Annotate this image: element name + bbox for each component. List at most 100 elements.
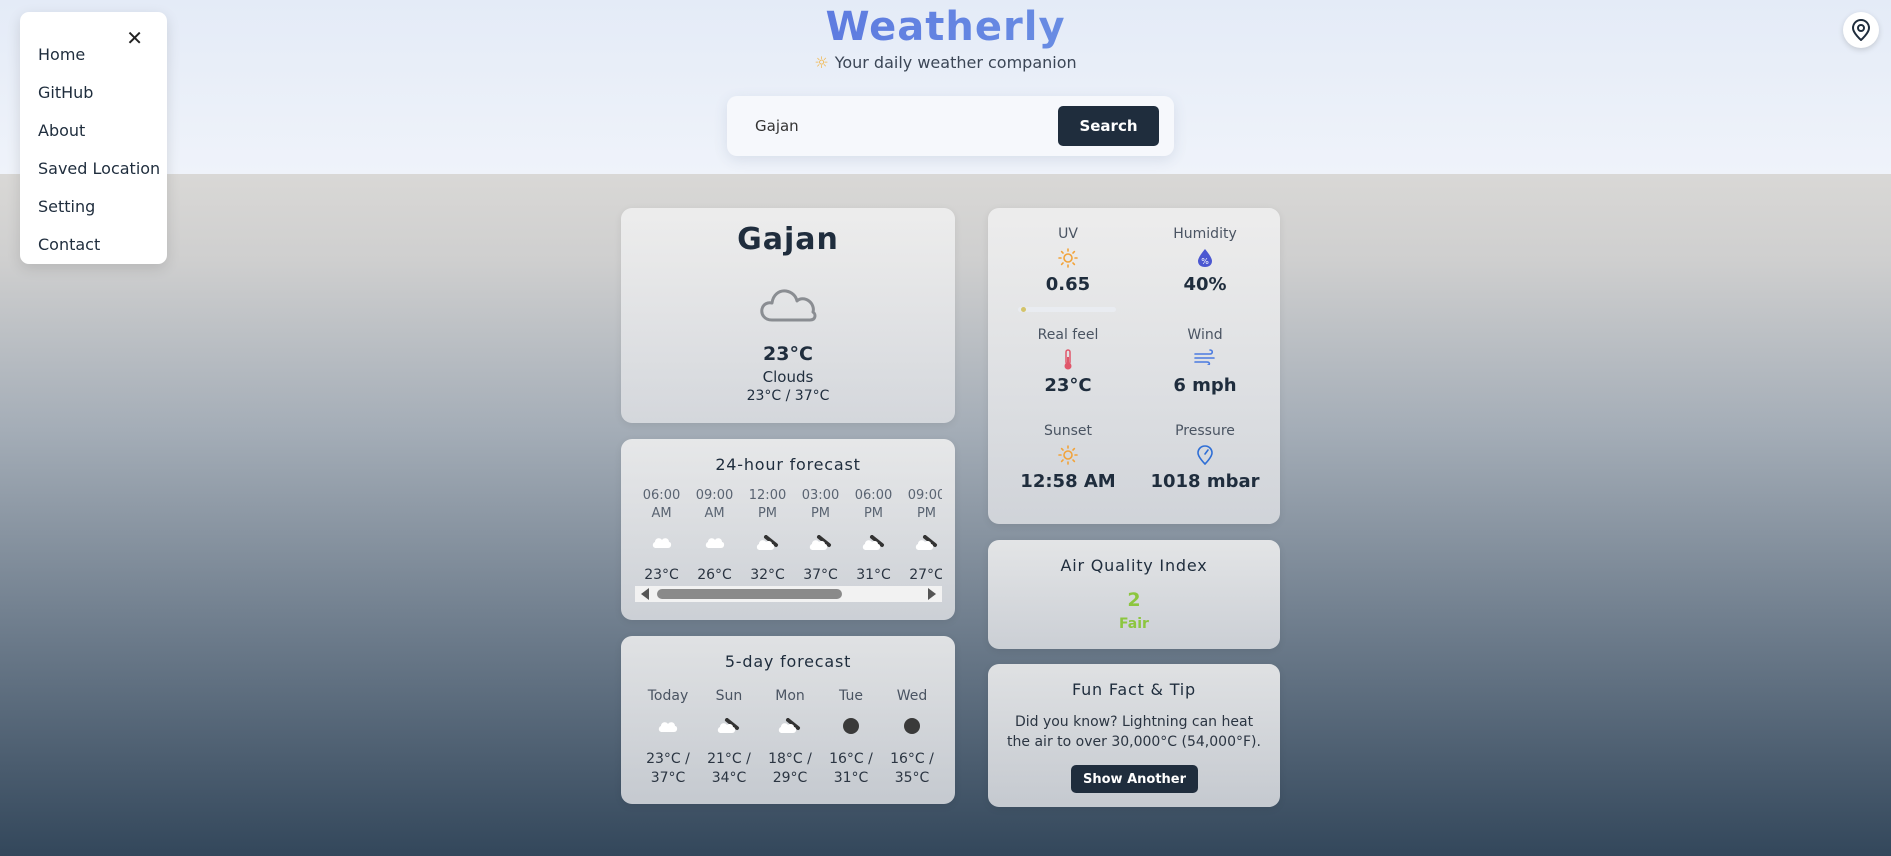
- side-menu: ✕ Home GitHub About Saved Location Setti…: [20, 12, 167, 264]
- day-high: 31°C: [833, 770, 869, 786]
- day-item: Tue 16°C / 31°C: [821, 688, 881, 788]
- day-low: 23°C /: [646, 751, 690, 767]
- hour-ampm: PM: [757, 506, 778, 521]
- dark-dot-icon: [821, 718, 881, 738]
- stat-label: Wind: [1187, 327, 1223, 343]
- daily-forecast-card: 5-day forecast Today 23°C / 37°C Sun 21°C…: [621, 636, 955, 804]
- hour-ampm: AM: [651, 506, 672, 521]
- temp-range: 23°C / 37°C: [746, 388, 830, 404]
- hour-item: 03:00 PM 37°C: [794, 487, 847, 583]
- hourly-title: 24-hour forecast: [715, 455, 861, 474]
- hour-item: 09:00 PM 27°C: [900, 487, 942, 583]
- fact-text: Did you know? Lightning can heat the air…: [1007, 714, 1261, 750]
- stat-value: 12:58 AM: [1020, 471, 1116, 492]
- hour-ampm: PM: [863, 506, 884, 521]
- menu-item-contact[interactable]: Contact: [38, 220, 160, 258]
- search-input[interactable]: [741, 106, 1041, 146]
- hour-temp: 26°C: [697, 567, 732, 583]
- hour-item: 06:00 AM 23°C: [635, 487, 688, 583]
- humidity-drop-icon: %: [1135, 248, 1275, 270]
- sun-icon: ☼: [814, 53, 829, 72]
- gauge-icon: [1135, 445, 1275, 467]
- fact-title: Fun Fact & Tip: [1071, 680, 1197, 699]
- broken-clouds-icon: [794, 535, 847, 555]
- day-high: 29°C: [772, 770, 808, 786]
- hourly-scrollbar[interactable]: [635, 586, 942, 602]
- menu-item-github[interactable]: GitHub: [38, 68, 160, 106]
- hour-item: 09:00 AM 26°C: [688, 487, 741, 583]
- stat-value: 40%: [1183, 274, 1227, 295]
- condition: Clouds: [762, 368, 814, 386]
- menu-item-saved-location[interactable]: Saved Location: [38, 144, 160, 182]
- map-pin-icon: [1851, 19, 1871, 41]
- stat-humidity: Humidity % 40%: [1135, 226, 1275, 295]
- search-button[interactable]: Search: [1058, 106, 1159, 146]
- menu-item-about[interactable]: About: [38, 106, 160, 144]
- menu-item-setting[interactable]: Setting: [38, 182, 160, 220]
- hour-temp: 32°C: [750, 567, 785, 583]
- scroll-right-icon[interactable]: [928, 588, 936, 600]
- hour-temp: 27°C: [909, 567, 942, 583]
- day-name: Tue: [839, 688, 863, 704]
- menu-item-home[interactable]: Home: [38, 30, 160, 68]
- current-temp: 23°C: [763, 343, 813, 365]
- hour-temp: 37°C: [803, 567, 838, 583]
- show-another-button[interactable]: Show Another: [1071, 765, 1198, 793]
- day-low: 16°C /: [890, 751, 934, 767]
- day-name: Today: [647, 688, 689, 704]
- hour-ampm: PM: [916, 506, 937, 521]
- tagline-text: Your daily weather companion: [834, 53, 1077, 72]
- cloud-icon: [688, 535, 741, 555]
- hour-ampm: PM: [810, 506, 831, 521]
- stat-label: Humidity: [1173, 226, 1237, 242]
- stat-label: Real feel: [1037, 327, 1099, 343]
- daily-title: 5-day forecast: [724, 652, 852, 671]
- location-button[interactable]: [1843, 12, 1879, 48]
- day-low: 21°C /: [707, 751, 751, 767]
- stat-label: UV: [1058, 226, 1078, 242]
- hourly-forecast-card: 24-hour forecast 06:00 AM 23°C 09:00 AM …: [621, 439, 955, 620]
- scroll-thumb[interactable]: [657, 589, 842, 599]
- hour-time: 06:00: [854, 488, 893, 503]
- scroll-left-icon[interactable]: [641, 588, 649, 600]
- day-low: 16°C /: [829, 751, 873, 767]
- hour-item: 06:00 PM 31°C: [847, 487, 900, 583]
- hour-time: 09:00: [907, 488, 942, 503]
- uv-level-bar: [1018, 307, 1116, 312]
- hour-temp: 31°C: [856, 567, 891, 583]
- hour-time: 12:00: [748, 488, 787, 503]
- stat-label: Sunset: [1043, 423, 1093, 439]
- stat-value: 1018 mbar: [1150, 471, 1260, 492]
- hour-ampm: AM: [704, 506, 725, 521]
- hour-temp: 23°C: [644, 567, 679, 583]
- uv-level-indicator: [1021, 307, 1026, 312]
- day-name: Sun: [715, 688, 743, 704]
- tagline: ☼ Your daily weather companion: [0, 53, 1891, 72]
- broken-clouds-icon: [741, 535, 794, 555]
- day-high: 35°C: [894, 770, 930, 786]
- stat-sunset: Sunset 12:58 AM: [998, 423, 1138, 492]
- thermometer-icon: [998, 349, 1138, 371]
- day-item: Mon 18°C / 29°C: [760, 688, 820, 788]
- hour-time: 06:00: [642, 488, 681, 503]
- stat-realfeel: Real feel 23°C: [998, 327, 1138, 396]
- sun-icon: [998, 445, 1138, 467]
- broken-clouds-icon: [900, 535, 942, 555]
- svg-text:%: %: [1201, 257, 1209, 266]
- city-name: Gajan: [737, 222, 839, 257]
- hour-item: 12:00 PM 32°C: [741, 487, 794, 583]
- day-low: 18°C /: [768, 751, 812, 767]
- hour-time: 09:00: [695, 488, 734, 503]
- aqi-level: Fair: [1119, 616, 1149, 632]
- aqi-value: 2: [1127, 589, 1141, 611]
- broken-clouds-icon: [760, 718, 820, 738]
- stat-value: 0.65: [1045, 274, 1091, 295]
- weather-stats-card: UV 0.65 Humidity % 40% Real feel 23°C Wi…: [988, 208, 1280, 524]
- hourly-list[interactable]: 06:00 AM 23°C 09:00 AM 26°C 12:00 PM 32°…: [635, 487, 942, 584]
- stat-value: 6 mph: [1173, 375, 1237, 396]
- broken-clouds-icon: [699, 718, 759, 738]
- stat-uv: UV 0.65: [998, 226, 1138, 295]
- app-title: Weatherly: [0, 4, 1891, 50]
- sun-icon: [998, 248, 1138, 270]
- fun-fact-card: Fun Fact & Tip Did you know? Lightning c…: [988, 664, 1280, 807]
